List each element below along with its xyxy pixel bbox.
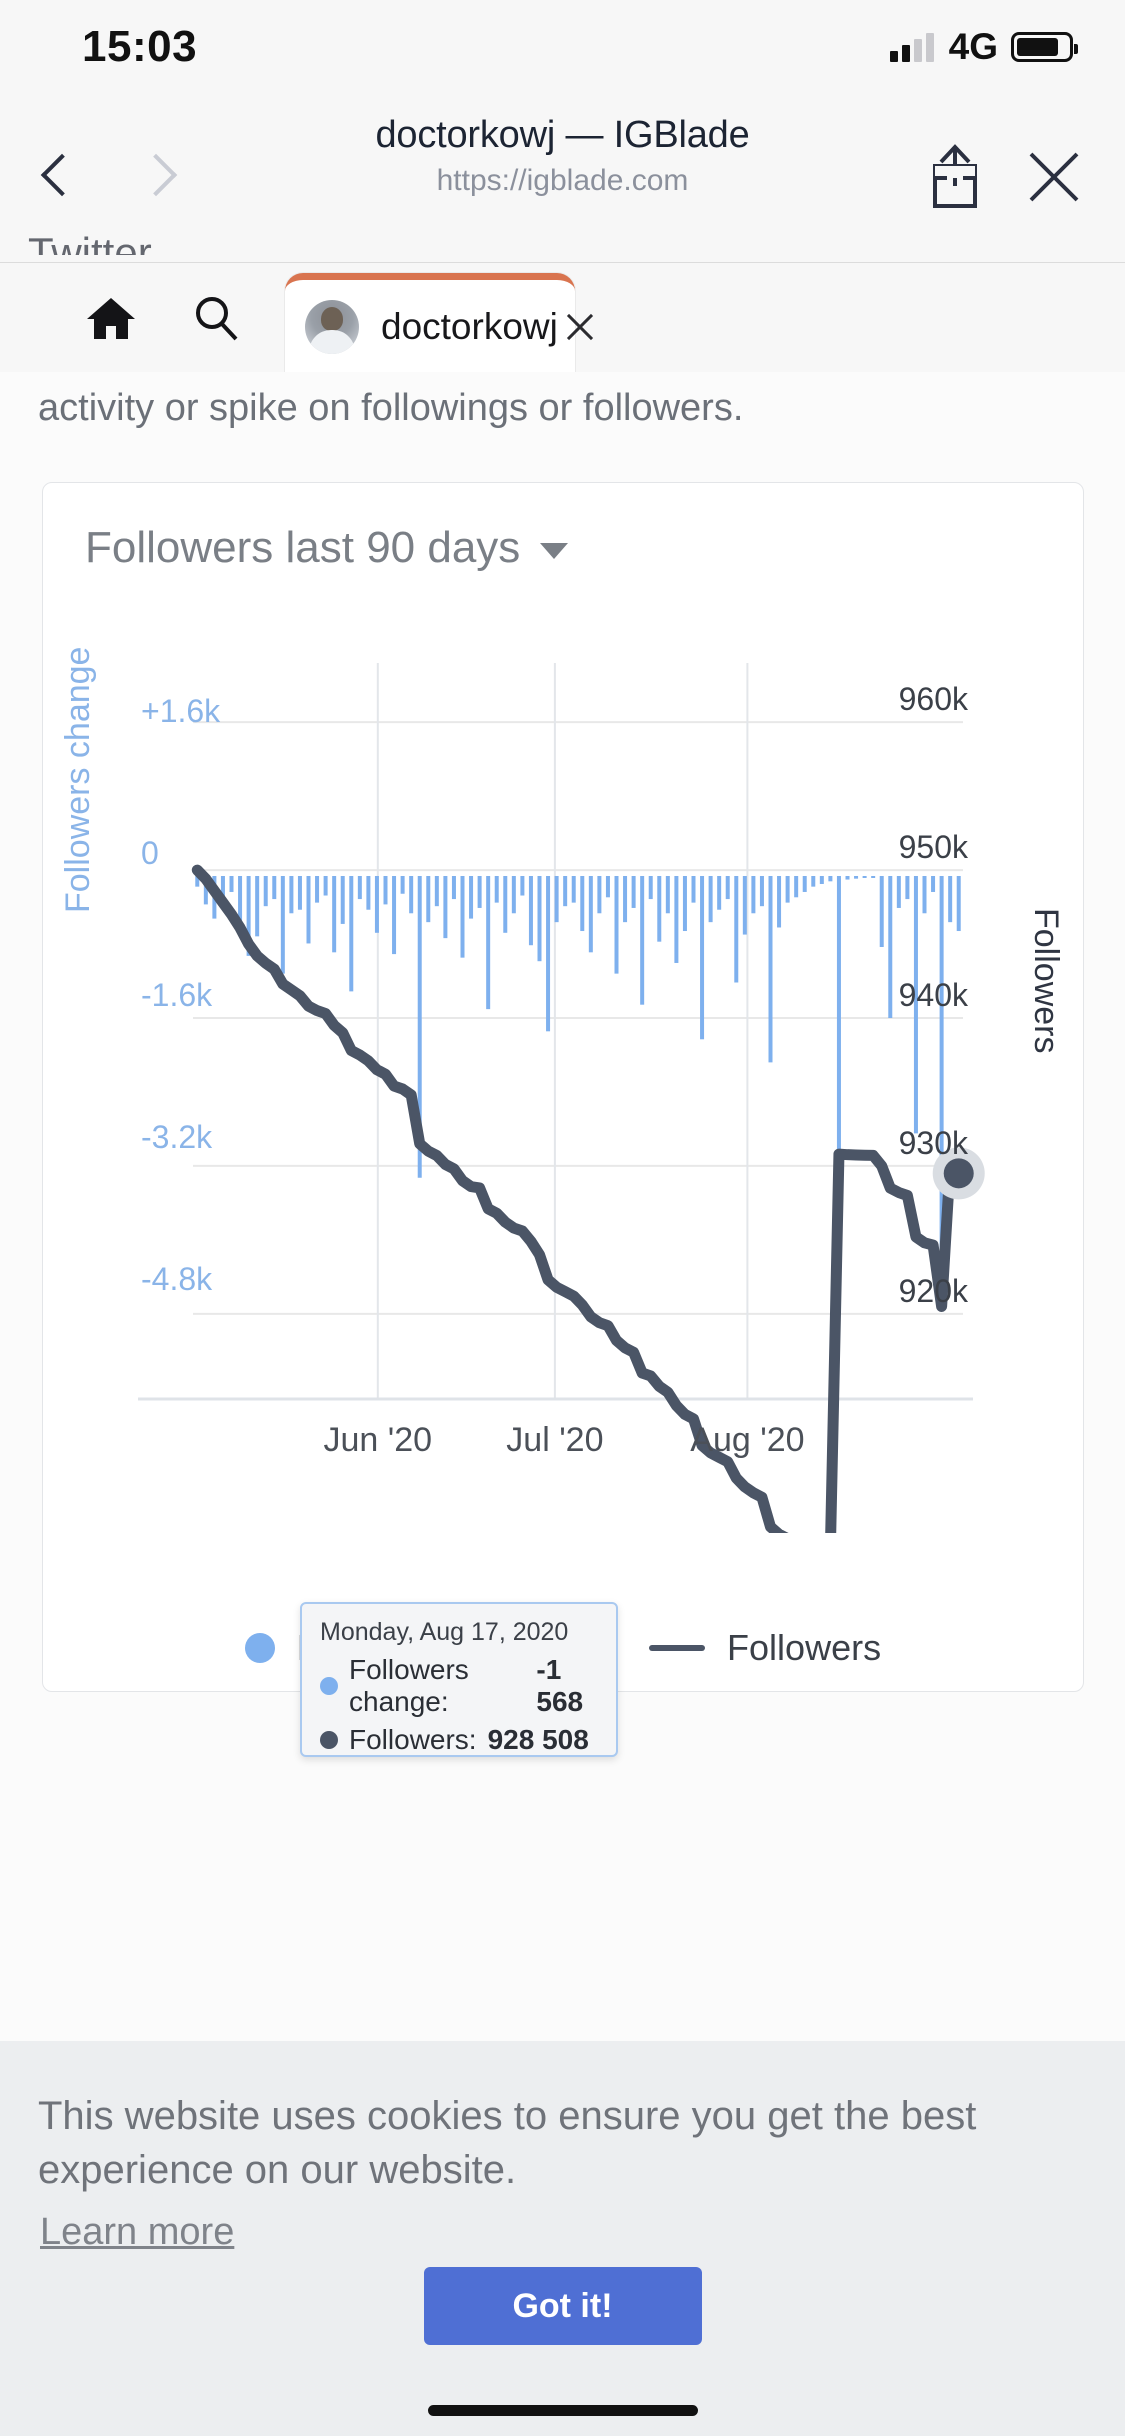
cookie-consent-banner: This website uses cookies to ensure you … xyxy=(0,2041,1125,2436)
svg-text:+1.6k: +1.6k xyxy=(141,693,221,729)
avatar-icon xyxy=(305,299,359,354)
browser-tab-doctorkowj[interactable]: doctorkowj xyxy=(285,273,575,373)
svg-text:Jun '20: Jun '20 xyxy=(324,1421,433,1459)
svg-text:950k: 950k xyxy=(899,829,969,865)
svg-text:920k: 920k xyxy=(899,1273,969,1309)
tab-close-icon[interactable] xyxy=(558,305,602,349)
cellular-signal-icon xyxy=(889,32,934,62)
tab-strip: Twitter doctorkowj xyxy=(0,229,1125,373)
intro-paragraph: activity or spike on followings or follo… xyxy=(38,387,744,429)
chart-title-dropdown[interactable]: Followers last 90 days xyxy=(85,523,569,573)
svg-text:-1.6k: -1.6k xyxy=(141,977,213,1013)
chevron-left-icon xyxy=(41,153,69,201)
followers-chart-svg: +1.6k 0 -1.6k -3.2k -4.8k 960k 950k 940k 930k 920… xyxy=(138,663,985,1533)
chevron-down-icon xyxy=(540,543,569,559)
tooltip-value: 928 508 xyxy=(487,1724,589,1755)
svg-text:0: 0 xyxy=(141,835,159,871)
network-type-label: 4G xyxy=(948,26,998,67)
status-bar: 15:03 4G xyxy=(0,0,1125,92)
close-icon xyxy=(1029,152,1079,202)
tooltip-label: Followers: xyxy=(349,1724,477,1755)
legend-label: Followers xyxy=(727,1627,882,1668)
search-button[interactable] xyxy=(185,287,247,349)
svg-text:960k: 960k xyxy=(899,681,969,717)
tooltip-marker-blue-icon xyxy=(320,1677,338,1695)
home-button[interactable] xyxy=(80,287,142,349)
legend-dot-icon xyxy=(244,1633,275,1663)
back-button[interactable] xyxy=(20,142,90,212)
learn-more-link[interactable]: Learn more xyxy=(40,2211,234,2254)
tooltip-date: Monday, Aug 17, 2020 xyxy=(320,1618,569,1646)
chevron-right-icon xyxy=(141,153,169,201)
svg-text:-3.2k: -3.2k xyxy=(141,1119,213,1155)
legend-item-followers: Followers xyxy=(649,1627,881,1669)
tooltip-marker-dark-icon xyxy=(320,1731,338,1749)
forward-button[interactable] xyxy=(120,142,190,212)
share-icon xyxy=(933,144,977,208)
status-indicators: 4G xyxy=(889,26,1078,68)
hidden-page-heading: Twitter xyxy=(28,229,152,255)
share-button[interactable] xyxy=(925,142,985,212)
chart-plot-area: +1.6k 0 -1.6k -3.2k -4.8k 960k 950k 940k 930k 920… xyxy=(43,633,1085,1533)
chart-title: Followers last 90 days xyxy=(85,523,521,572)
status-time: 15:03 xyxy=(82,22,198,71)
cookie-text: This website uses cookies to ensure you … xyxy=(38,2094,977,2192)
tooltip-label: Followers change: xyxy=(349,1654,469,1717)
search-icon xyxy=(196,296,238,340)
home-indicator[interactable] xyxy=(427,2405,698,2416)
svg-text:930k: 930k xyxy=(899,1125,969,1161)
tooltip-value: -1 568 xyxy=(536,1654,584,1717)
svg-text:Aug '20: Aug '20 xyxy=(690,1421,804,1459)
svg-text:Jul '20: Jul '20 xyxy=(506,1421,603,1459)
got-it-button[interactable]: Got it! xyxy=(423,2267,702,2345)
chart-tooltip: Monday, Aug 17, 2020 Followers change: -… xyxy=(300,1602,618,1757)
tooltip-row-followers-change: Followers change: -1 568 xyxy=(320,1654,598,1718)
tooltip-row-followers: Followers: 928 508 xyxy=(320,1724,598,1756)
battery-icon xyxy=(1011,32,1078,62)
close-browser-button[interactable] xyxy=(1023,146,1085,208)
svg-text:940k: 940k xyxy=(899,977,969,1013)
followers-chart-card: Followers last 90 days Followers change … xyxy=(42,482,1084,1692)
legend-line-icon xyxy=(649,1645,706,1651)
svg-text:-4.8k: -4.8k xyxy=(141,1261,213,1297)
phone-screen: 15:03 4G doctorkowj — IGBlade https://ig… xyxy=(0,0,1125,2436)
home-icon xyxy=(87,297,135,339)
tab-label: doctorkowj xyxy=(381,305,558,347)
